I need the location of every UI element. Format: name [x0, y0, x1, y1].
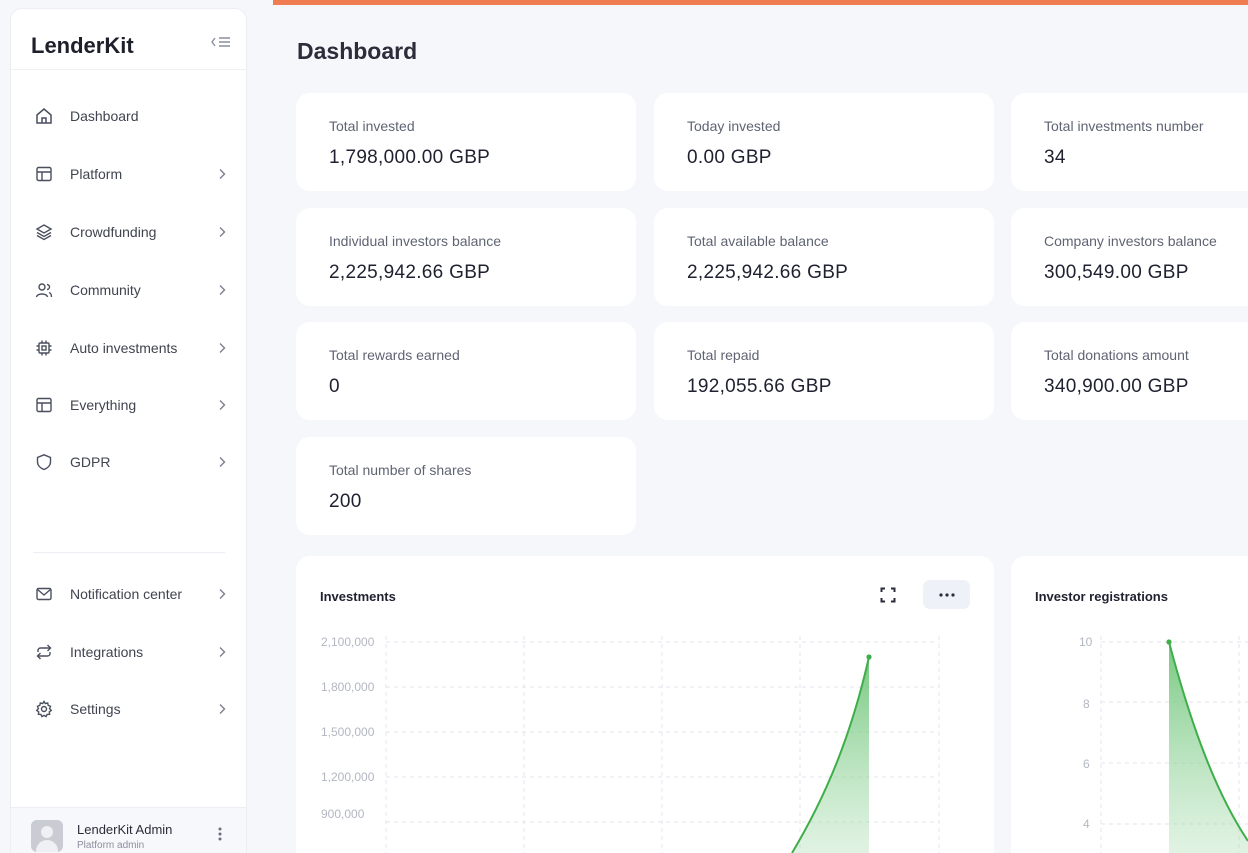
- chevron-right-icon: [215, 643, 229, 661]
- stat-value: 0: [329, 376, 340, 397]
- stat-label: Company investors balance: [1044, 233, 1217, 249]
- chevron-right-icon: [215, 700, 229, 718]
- layout-icon: [33, 394, 55, 416]
- stat-value: 340,900.00 GBP: [1044, 376, 1189, 397]
- registrations-point: [1166, 639, 1172, 645]
- registrations-chart-plot: 10 8 6 4: [1079, 635, 1248, 853]
- sidebar-item-everything[interactable]: Everything: [23, 388, 235, 422]
- y-tick-label: 900,000: [321, 807, 365, 821]
- stat-label: Total investments number: [1044, 118, 1204, 134]
- stat-card-today-invested: Today invested 0.00 GBP: [654, 93, 994, 191]
- sidebar-item-integrations[interactable]: Integrations: [23, 635, 235, 669]
- stat-label: Total repaid: [687, 347, 760, 363]
- stat-card-total-available-balance: Total available balance 2,225,942.66 GBP: [654, 208, 994, 306]
- users-icon: [33, 279, 55, 301]
- top-accent-bar: [273, 0, 1248, 5]
- y-tick-label: 2,100,000: [321, 635, 375, 649]
- cpu-icon: [33, 337, 55, 359]
- sidebar-item-auto-investments[interactable]: Auto investments: [23, 331, 235, 365]
- stat-label: Total rewards earned: [329, 347, 460, 363]
- investments-point: [866, 654, 872, 660]
- layers-icon: [33, 221, 55, 243]
- stat-label: Total invested: [329, 118, 415, 134]
- stat-value: 34: [1044, 147, 1066, 168]
- sidebar-item-label: Integrations: [70, 644, 144, 660]
- chevron-right-icon: [215, 223, 229, 241]
- layout-icon: [33, 163, 55, 185]
- chevron-right-icon: [215, 339, 229, 357]
- y-tick-label: 8: [1083, 697, 1090, 711]
- stat-label: Total donations amount: [1044, 347, 1189, 363]
- home-icon: [33, 105, 55, 127]
- stat-label: Today invested: [687, 118, 781, 134]
- stat-value: 300,549.00 GBP: [1044, 262, 1189, 283]
- stat-card-total-investments-number: Total investments number 34: [1011, 93, 1248, 191]
- y-tick-label: 1,500,000: [321, 725, 375, 739]
- y-tick-label: 1,200,000: [321, 770, 375, 784]
- sidebar-item-label: Dashboard: [70, 108, 139, 124]
- sidebar-item-crowdfunding[interactable]: Crowdfunding: [23, 215, 235, 249]
- user-role: Platform admin: [77, 840, 145, 851]
- avatar: [31, 820, 63, 852]
- y-tick-label: 10: [1079, 635, 1093, 649]
- stat-card-total-donations-amount: Total donations amount 340,900.00 GBP: [1011, 322, 1248, 420]
- sidebar-item-platform[interactable]: Platform: [23, 157, 235, 191]
- stat-card-total-invested: Total invested 1,798,000.00 GBP: [296, 93, 636, 191]
- collapse-sidebar-icon[interactable]: [209, 33, 233, 51]
- investments-chart-plot: 2,100,000 1,800,000 1,500,000 1,200,000 …: [321, 635, 940, 853]
- investor-registrations-chart-card: Investor registrations 10 8 6 4: [1011, 556, 1248, 853]
- y-tick-label: 4: [1083, 817, 1090, 831]
- stat-card-total-number-of-shares: Total number of shares 200: [296, 437, 636, 535]
- y-tick-label: 1,800,000: [321, 680, 375, 694]
- sidebar-item-label: GDPR: [70, 454, 111, 470]
- user-profile[interactable]: LenderKit Admin Platform admin: [11, 807, 246, 853]
- sidebar-item-label: Community: [70, 282, 141, 298]
- chevron-right-icon: [215, 165, 229, 183]
- sidebar-item-dashboard[interactable]: Dashboard: [23, 99, 235, 133]
- repeat-icon: [33, 641, 55, 663]
- stat-value: 1,798,000.00 GBP: [329, 147, 491, 168]
- sidebar-item-label: Notification center: [70, 586, 183, 602]
- chevron-right-icon: [215, 585, 229, 603]
- gear-icon: [33, 698, 55, 720]
- chevron-right-icon: [215, 453, 229, 471]
- sidebar-item-label: Everything: [70, 397, 137, 413]
- brand-divider: [11, 69, 246, 70]
- stat-card-company-investors-balance: Company investors balance 300,549.00 GBP: [1011, 208, 1248, 306]
- more-vertical-icon[interactable]: [215, 826, 225, 846]
- sidebar-item-label: Crowdfunding: [70, 224, 157, 240]
- nav-divider: [33, 552, 225, 553]
- chevron-right-icon: [215, 281, 229, 299]
- investments-chart-card: Investments 2,100,000 1,800,000 1,500,00…: [296, 556, 994, 853]
- stat-label: Total available balance: [687, 233, 829, 249]
- sidebar-item-community[interactable]: Community: [23, 273, 235, 307]
- mail-icon: [33, 583, 55, 605]
- stat-value: 200: [329, 491, 362, 512]
- chevron-right-icon: [215, 396, 229, 414]
- sidebar-item-label: Settings: [70, 701, 121, 717]
- stat-value: 2,225,942.66 GBP: [687, 262, 849, 283]
- stat-card-total-repaid: Total repaid 192,055.66 GBP: [654, 322, 994, 420]
- shield-icon: [33, 451, 55, 473]
- stat-card-individual-investors-balance: Individual investors balance 2,225,942.6…: [296, 208, 636, 306]
- sidebar-item-label: Platform: [70, 166, 123, 182]
- stat-value: 0.00 GBP: [687, 147, 772, 168]
- stat-label: Total number of shares: [329, 462, 472, 478]
- stat-label: Individual investors balance: [329, 233, 501, 249]
- stat-value: 2,225,942.66 GBP: [329, 262, 491, 283]
- sidebar-item-notification-center[interactable]: Notification center: [23, 577, 235, 611]
- sidebar: LenderKit Dashboard Platform Crowdfundin…: [10, 8, 247, 853]
- sidebar-item-gdpr[interactable]: GDPR: [23, 445, 235, 479]
- investments-area: [792, 657, 869, 853]
- sidebar-item-label: Auto investments: [70, 340, 178, 356]
- user-name: LenderKit Admin: [77, 822, 173, 837]
- stat-value: 192,055.66 GBP: [687, 376, 832, 397]
- y-tick-label: 6: [1083, 757, 1090, 771]
- page-title: Dashboard: [297, 38, 418, 64]
- sidebar-item-settings[interactable]: Settings: [23, 692, 235, 726]
- brand-logo[interactable]: LenderKit: [31, 33, 134, 59]
- stat-card-total-rewards-earned: Total rewards earned 0: [296, 322, 636, 420]
